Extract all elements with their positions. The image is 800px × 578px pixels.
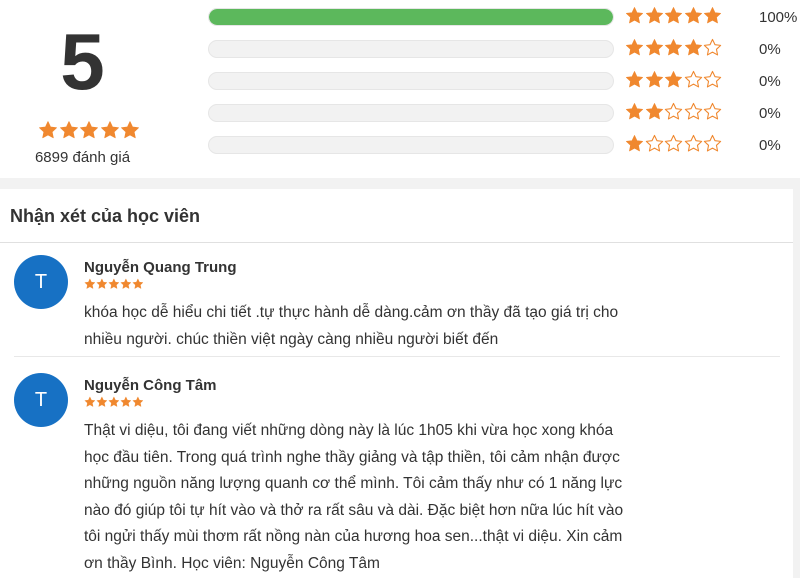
star-filled-icon — [626, 7, 643, 24]
star-filled-icon — [626, 135, 643, 152]
star-filled-icon — [626, 103, 643, 120]
avatar: T — [14, 255, 68, 309]
average-rating-block: 5 6899 đánh giá — [0, 0, 165, 178]
avatar: T — [14, 373, 68, 427]
review-text-line: nào đó giúp tôi tự hít vào và thở ra rất… — [84, 501, 624, 519]
rating-bar-fill — [209, 9, 613, 25]
star-filled-icon — [59, 121, 78, 139]
rating-bar-track — [208, 40, 614, 58]
star-filled-icon — [84, 278, 96, 289]
star-filled-icon — [665, 39, 682, 56]
rating-count: 6899 đánh giá — [34, 149, 131, 166]
star-outline-icon — [645, 134, 663, 152]
star-outline-icon — [703, 134, 722, 152]
star-filled-icon — [626, 39, 643, 56]
star-filled-icon — [100, 121, 119, 139]
row-stars — [625, 70, 723, 92]
star-outline-icon — [703, 38, 722, 56]
star-filled-icon — [645, 7, 663, 24]
reviewer-name: Nguyễn Công Tâm — [84, 377, 217, 394]
star-filled-icon — [80, 121, 98, 139]
star-outline-icon — [684, 102, 702, 120]
star-outline-icon — [684, 70, 702, 88]
star-filled-icon — [132, 278, 144, 289]
row-stars — [625, 134, 723, 156]
rating-percent: 0% — [759, 137, 781, 154]
star-filled-icon — [684, 39, 702, 56]
review-text-line: ơn thầy Bình. Học viên: Nguyễn Công Tâm — [84, 554, 380, 572]
star-filled-icon — [645, 103, 663, 120]
rating-percent: 0% — [759, 105, 781, 122]
star-filled-icon — [132, 396, 144, 407]
row-stars — [625, 6, 723, 28]
reviews-heading: Nhận xét của học viên — [10, 206, 201, 226]
divider — [14, 356, 780, 357]
reviews-panel: Nhận xét của học viên T Nguyễn Quang Tru… — [0, 189, 793, 578]
distribution-row-4-stars: 0% — [208, 38, 800, 60]
review-text: Thật vi diệu, tôi đang viết những dòng n… — [84, 418, 644, 577]
star-outline-icon — [703, 70, 722, 88]
star-filled-icon — [96, 278, 108, 289]
review-text-line: khóa học dễ hiểu chi tiết .tự thực hành … — [84, 304, 619, 321]
star-outline-icon — [703, 102, 722, 120]
row-stars — [625, 38, 723, 60]
distribution-row-5-stars: 100% — [208, 6, 800, 28]
star-filled-icon — [39, 121, 57, 139]
star-outline-icon — [664, 134, 683, 152]
star-filled-icon — [121, 121, 139, 139]
rating-percent: 0% — [759, 41, 781, 58]
star-filled-icon — [665, 71, 682, 88]
rating-percent: 0% — [759, 73, 781, 90]
star-filled-icon — [645, 39, 663, 56]
row-stars — [625, 102, 723, 124]
distribution-row-2-stars: 0% — [208, 102, 800, 124]
review-stars — [84, 396, 144, 408]
star-filled-icon — [704, 7, 721, 24]
rating-summary-panel: 5 6899 đánh giá 100% 0% 0% 0% 0% — [0, 0, 800, 178]
review-text-line: những nguồn năng lượng quanh cơ thể mình… — [84, 475, 623, 492]
review-text-line: nhiều người. chúc thiền việt ngày càng n… — [84, 330, 499, 348]
star-filled-icon — [84, 396, 96, 407]
rating-bar-track — [208, 136, 614, 154]
star-outline-icon — [684, 134, 702, 152]
review-text-line: Thật vi diệu, tôi đang viết những dòng n… — [84, 422, 614, 439]
star-filled-icon — [626, 71, 643, 88]
star-filled-icon — [120, 396, 132, 407]
rating-bar-track — [208, 72, 614, 90]
review-item: T Nguyễn Công Tâm Thật vi diệu, tôi đang… — [14, 373, 780, 573]
star-filled-icon — [684, 7, 702, 24]
star-outline-icon — [664, 102, 683, 120]
review-text: khóa học dễ hiểu chi tiết .tự thực hành … — [84, 300, 644, 353]
divider — [0, 242, 793, 243]
reviewer-name: Nguyễn Quang Trung — [84, 259, 237, 276]
rating-bar-track — [208, 8, 614, 26]
average-score: 5 — [60, 17, 105, 106]
review-stars — [84, 278, 144, 290]
review-text-line: tôi ngửi thấy mùi thơm rất nồng nàn của … — [84, 528, 623, 545]
star-filled-icon — [645, 71, 663, 88]
star-filled-icon — [120, 278, 132, 289]
distribution-row-3-stars: 0% — [208, 70, 800, 92]
star-filled-icon — [665, 7, 682, 24]
star-filled-icon — [108, 396, 120, 407]
review-text-line: học đầu tiên. Trong quá trình nghe thầy … — [84, 448, 620, 466]
star-filled-icon — [96, 396, 108, 407]
rating-percent: 100% — [759, 9, 798, 26]
distribution-row-1-star: 0% — [208, 134, 800, 156]
rating-bar-track — [208, 104, 614, 122]
star-filled-icon — [108, 278, 120, 289]
review-item: T Nguyễn Quang Trung khóa học dễ hiểu ch… — [14, 255, 780, 355]
average-stars — [38, 120, 141, 142]
